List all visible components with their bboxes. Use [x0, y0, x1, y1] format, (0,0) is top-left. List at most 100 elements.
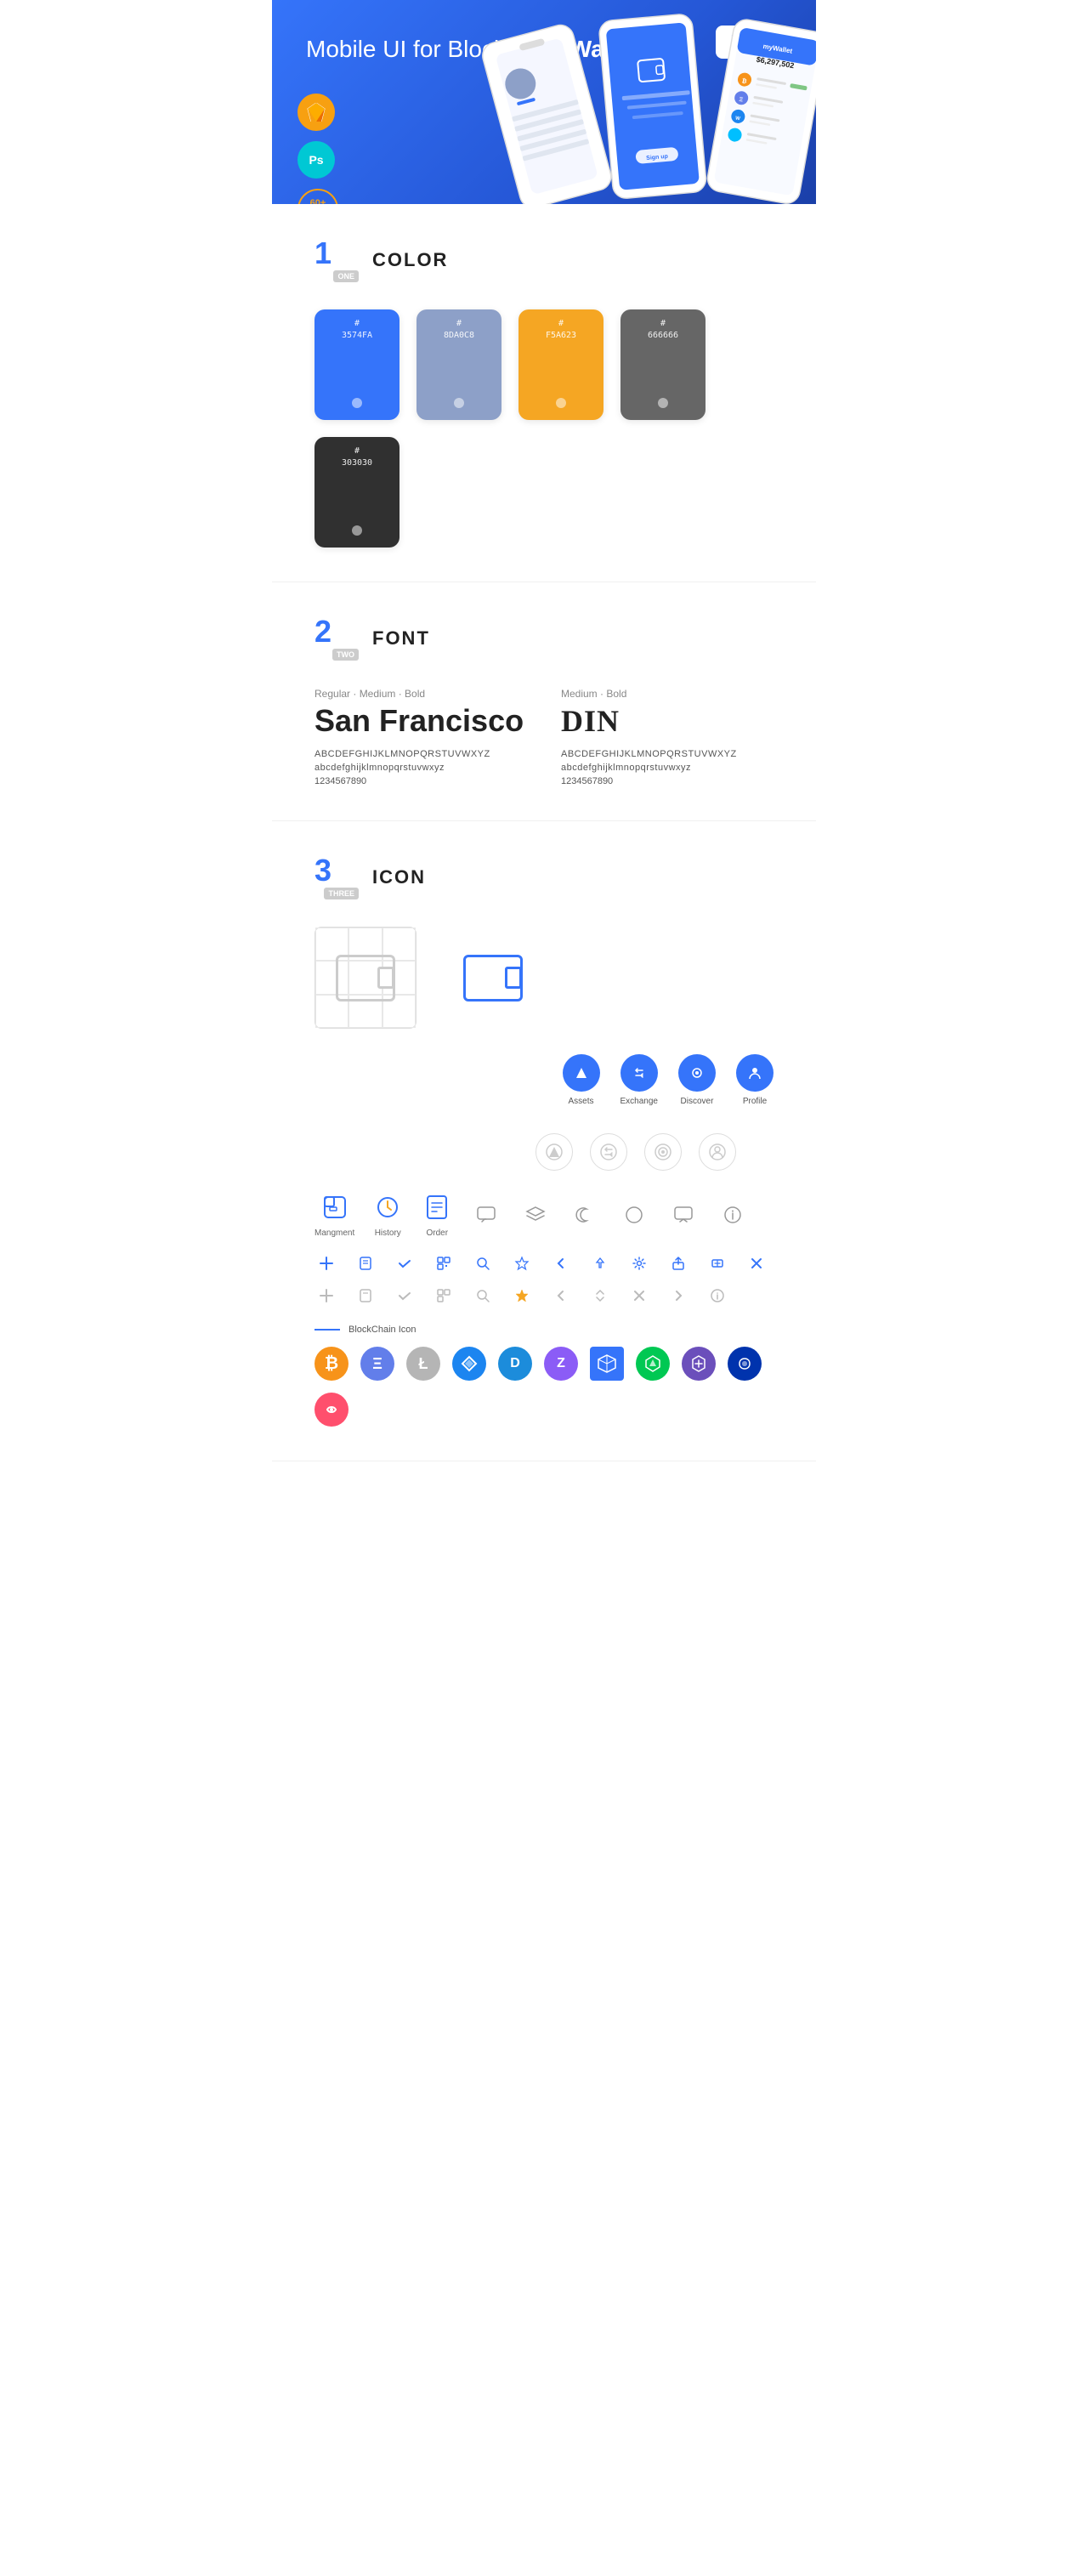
crypto-ethereum: Ξ — [360, 1347, 394, 1381]
phone-mockups: Sign up myWallet $6,297,502 ₿ Ξ — [476, 9, 816, 204]
blockchain-label: BlockChain Icon — [348, 1325, 416, 1335]
hero-badges: Ps 60+Screens — [298, 94, 338, 204]
icon-star — [510, 1251, 534, 1275]
icon-settings — [627, 1251, 651, 1275]
font-section-header: 2 TWO FONT — [314, 616, 774, 661]
crypto-other — [314, 1393, 348, 1427]
tab-exchange-label: Exchange — [620, 1097, 658, 1106]
tab-icon-assets-outline — [536, 1133, 573, 1171]
history-label: History — [375, 1228, 401, 1238]
icon-order: Order — [421, 1191, 453, 1238]
icon-document-light — [354, 1284, 377, 1308]
icon-history: History — [371, 1191, 404, 1238]
color-section-title: COLOR — [372, 249, 448, 271]
blockchain-line — [314, 1329, 340, 1331]
icon-message — [667, 1199, 700, 1231]
hero-section: Mobile UI for Blockchain Wallet UI Kit P… — [272, 0, 816, 204]
icon-close — [745, 1251, 768, 1275]
icon-share — [588, 1251, 612, 1275]
icon-check-light — [393, 1284, 416, 1308]
sketch-badge — [298, 94, 335, 131]
icon-section: 3 THREE ICON Assets — [272, 821, 816, 1461]
font-san-francisco: Regular · Medium · Bold San Francisco AB… — [314, 688, 527, 786]
icon-plus-light — [314, 1284, 338, 1308]
blockchain-label-row: BlockChain Icon — [314, 1325, 774, 1335]
font-section-title: FONT — [372, 627, 430, 650]
icon-search — [471, 1251, 495, 1275]
wallet-icon-grid — [314, 927, 416, 1029]
font-section-number: 2 TWO — [314, 616, 359, 661]
tab-icon-exchange: Exchange — [620, 1054, 658, 1106]
icon-section-title: ICON — [372, 866, 426, 888]
tab-icon-assets: Assets — [563, 1054, 600, 1106]
icon-qr — [432, 1251, 456, 1275]
font-din: Medium · Bold DIN ABCDEFGHIJKLMNOPQRSTUV… — [561, 688, 774, 786]
font2-style: Medium · Bold — [561, 688, 774, 700]
wallet-icon-filled — [463, 955, 523, 1001]
tab-icon-exchange-outline — [590, 1133, 627, 1171]
screens-badge: 60+Screens — [298, 189, 338, 204]
icon-section-number: 3 THREE — [314, 855, 359, 899]
crypto-zcash: Z — [544, 1347, 578, 1381]
wallet-icon-outline — [336, 955, 395, 1001]
color-section: 1 ONE COLOR #3574FA #8DA0C8 #F5A623 #666… — [272, 204, 816, 582]
crypto-kyber — [682, 1347, 716, 1381]
font1-lowercase: abcdefghijklmnopqrstuvwxyz — [314, 763, 527, 773]
icon-circle — [618, 1199, 650, 1231]
icon-management: Mangment — [314, 1191, 354, 1238]
font1-style: Regular · Medium · Bold — [314, 688, 527, 700]
icon-document-edit — [354, 1251, 377, 1275]
icon-section-header: 3 THREE ICON — [314, 855, 774, 899]
icon-arrows-light — [588, 1284, 612, 1308]
tab-icons-outline — [536, 1133, 774, 1171]
icon-chevron-left-light — [549, 1284, 573, 1308]
tab-assets-label: Assets — [569, 1097, 594, 1106]
tab-icon-discover-outline — [644, 1133, 682, 1171]
font2-uppercase: ABCDEFGHIJKLMNOPQRSTUVWXYZ — [561, 749, 774, 759]
font-section: 2 TWO FONT Regular · Medium · Bold San F… — [272, 582, 816, 821]
icon-qr-light — [432, 1284, 456, 1308]
tab-discover-label: Discover — [681, 1097, 714, 1106]
crypto-band — [728, 1347, 762, 1381]
icon-x-light — [627, 1284, 651, 1308]
color-swatches: #3574FA #8DA0C8 #F5A623 #666666 #303030 — [314, 309, 774, 548]
tab-icons-filled: Assets Exchange Discover Profile — [563, 1054, 774, 1106]
color-section-number: 1 ONE — [314, 238, 359, 282]
icon-info — [717, 1199, 749, 1231]
icon-star-yellow — [510, 1284, 534, 1308]
icon-showcase: Assets Exchange Discover Profile — [314, 927, 774, 1106]
font-grid: Regular · Medium · Bold San Francisco AB… — [314, 688, 774, 786]
color-section-header: 1 ONE COLOR — [314, 238, 774, 282]
crypto-dash: D — [498, 1347, 532, 1381]
icon-layers — [519, 1199, 552, 1231]
crypto-icons-row: ₿ Ξ Ł D Z — [314, 1347, 774, 1427]
wallet-icon-filled-wrap — [442, 927, 544, 1029]
icon-export — [666, 1251, 690, 1275]
tab-icon-discover: Discover — [678, 1054, 716, 1106]
swatch-gray-blue: #8DA0C8 — [416, 309, 502, 420]
swatch-blue: #3574FA — [314, 309, 400, 420]
tab-profile-label: Profile — [743, 1097, 767, 1106]
crypto-litecoin: Ł — [406, 1347, 440, 1381]
swatch-gray: #666666 — [620, 309, 706, 420]
icon-plus — [314, 1251, 338, 1275]
swatch-orange: #F5A623 — [518, 309, 604, 420]
bottom-nav-icons: Mangment History Order — [314, 1191, 774, 1238]
icon-comment — [470, 1199, 502, 1231]
order-label: Order — [426, 1228, 448, 1238]
crypto-waves — [452, 1347, 486, 1381]
font2-numbers: 1234567890 — [561, 776, 774, 786]
crypto-grid — [590, 1347, 624, 1381]
crypto-augur — [636, 1347, 670, 1381]
font2-lowercase: abcdefghijklmnopqrstuvwxyz — [561, 763, 774, 773]
utility-icons-1 — [314, 1251, 774, 1275]
icon-arrow-right-light — [666, 1284, 690, 1308]
font2-name: DIN — [561, 703, 774, 739]
font1-uppercase: ABCDEFGHIJKLMNOPQRSTUVWXYZ — [314, 749, 527, 759]
icon-moon — [569, 1199, 601, 1231]
font1-name: San Francisco — [314, 703, 527, 739]
icon-resize — [706, 1251, 729, 1275]
tab-icon-profile: Profile — [736, 1054, 774, 1106]
icon-search-light — [471, 1284, 495, 1308]
management-label: Mangment — [314, 1228, 354, 1238]
